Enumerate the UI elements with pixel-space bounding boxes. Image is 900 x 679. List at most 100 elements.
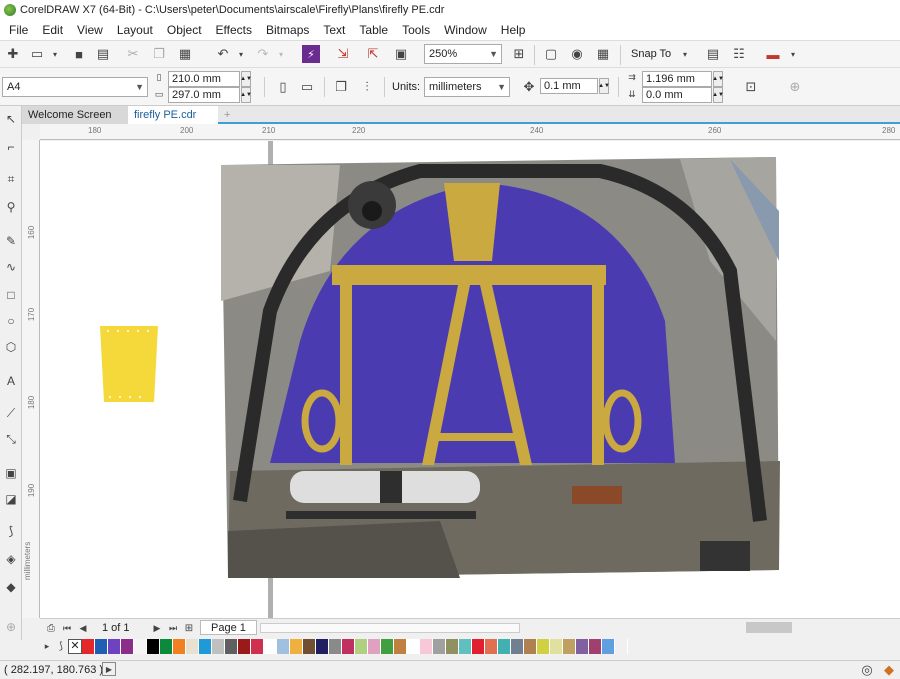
menu-help[interactable]: Help [494, 23, 533, 37]
drop-shadow-icon[interactable]: ▣ [2, 464, 20, 482]
nudge-distance-field[interactable]: 0.1 mm [540, 78, 598, 94]
color-swatch[interactable] [238, 638, 251, 654]
color-swatch[interactable] [537, 638, 550, 654]
tab-welcome-screen[interactable]: Welcome Screen [22, 106, 128, 124]
welcome-screen-icon[interactable]: ▬ [764, 45, 782, 63]
color-swatch[interactable] [524, 638, 537, 654]
add-icon[interactable]: ⊕ [786, 78, 804, 96]
nudge-spinner[interactable]: ▲▼ [598, 78, 610, 94]
color-swatch[interactable] [251, 638, 264, 654]
quick-customize-icon[interactable]: ⊡ [742, 78, 760, 96]
page-tab[interactable]: Page 1 [200, 620, 257, 635]
color-swatch[interactable] [264, 638, 277, 654]
color-swatch[interactable] [290, 638, 303, 654]
color-swatch[interactable] [95, 638, 108, 654]
menu-tools[interactable]: Tools [395, 23, 437, 37]
color-swatch[interactable] [186, 638, 199, 654]
color-swatch[interactable] [147, 638, 160, 654]
color-swatch[interactable] [160, 638, 173, 654]
add-tool-icon[interactable]: ⊕ [2, 618, 20, 636]
color-swatch[interactable] [407, 638, 420, 654]
color-swatch[interactable] [446, 638, 459, 654]
color-swatch[interactable] [303, 638, 316, 654]
color-swatch[interactable] [225, 638, 238, 654]
menu-file[interactable]: File [2, 23, 35, 37]
color-swatch[interactable] [589, 638, 602, 654]
color-swatch[interactable] [173, 638, 186, 654]
duplicate-x-spinner[interactable]: ▲▼ [712, 71, 724, 87]
color-swatch[interactable] [277, 638, 290, 654]
shape-tool-icon[interactable]: ⌐ [2, 138, 20, 156]
save-icon[interactable]: ■ [70, 45, 88, 63]
menu-text[interactable]: Text [316, 23, 352, 37]
horizontal-scrollbar[interactable] [260, 623, 520, 633]
color-swatch[interactable] [329, 638, 342, 654]
page-width-field[interactable]: 210.0 mm [168, 71, 240, 87]
color-swatch[interactable] [615, 638, 628, 654]
menu-view[interactable]: View [70, 23, 110, 37]
color-swatch[interactable] [420, 638, 433, 654]
color-swatch[interactable] [82, 638, 95, 654]
rectangle-tool-icon[interactable]: □ [2, 286, 20, 304]
ellipse-tool-icon[interactable]: ○ [2, 312, 20, 330]
eyedropper-icon[interactable]: ⟆ [2, 522, 20, 540]
show-grid-icon[interactable]: ▦ [594, 45, 612, 63]
color-swatch[interactable] [199, 638, 212, 654]
color-swatch[interactable] [355, 638, 368, 654]
horizontal-ruler[interactable]: 180 200 210 220 240 260 280 [40, 124, 900, 140]
drawing-canvas[interactable] [40, 141, 900, 618]
add-page-icon[interactable]: ⊞ [180, 619, 198, 637]
landscape-icon[interactable]: ▭ [298, 78, 316, 96]
page-height-field[interactable]: 297.0 mm [168, 87, 240, 103]
width-spinner[interactable]: ▲▼ [240, 71, 252, 87]
color-swatch[interactable] [368, 638, 381, 654]
new-document-icon[interactable]: ✚ [4, 45, 22, 63]
color-swatch[interactable] [433, 638, 446, 654]
smart-fill-icon[interactable]: ◆ [2, 578, 20, 596]
palette-menu-icon[interactable]: ▸ [40, 637, 54, 655]
units-select[interactable]: millimeters ▼ [424, 77, 510, 97]
import-icon[interactable]: ⇲ [334, 45, 352, 63]
transparency-icon[interactable]: ◪ [2, 490, 20, 508]
paste-icon[interactable]: ▦ [176, 45, 194, 63]
duplicate-distance-y-field[interactable]: 0.0 mm [642, 87, 712, 103]
duplicate-distance-x-field[interactable]: 1.196 mm [642, 71, 712, 87]
publish-pdf-icon[interactable]: ▣ [392, 45, 410, 63]
menu-bitmaps[interactable]: Bitmaps [259, 23, 316, 37]
snap-dropdown-icon[interactable]: ▾ [676, 45, 694, 63]
polygon-tool-icon[interactable]: ⬡ [2, 338, 20, 356]
color-swatch[interactable] [108, 638, 121, 654]
color-settings-icon[interactable]: ◎ [858, 661, 876, 679]
color-swatch[interactable] [602, 638, 615, 654]
duplicate-y-spinner[interactable]: ▲▼ [712, 87, 724, 103]
export-icon[interactable]: ⇱ [364, 45, 382, 63]
height-spinner[interactable]: ▲▼ [240, 87, 252, 103]
undo-dropdown-icon[interactable]: ▾ [232, 45, 250, 63]
parallel-dimension-icon[interactable]: ⟋ [2, 404, 20, 422]
color-swatch[interactable] [576, 638, 589, 654]
launcher-dropdown-icon[interactable]: ▾ [784, 45, 802, 63]
search-content-icon[interactable]: ⚡ [302, 45, 320, 63]
color-swatch[interactable] [459, 638, 472, 654]
color-swatch[interactable] [511, 638, 524, 654]
color-swatch[interactable] [342, 638, 355, 654]
play-icon[interactable]: ▶ [102, 662, 116, 676]
zoom-level-select[interactable]: 250% ▼ [424, 44, 502, 64]
print-icon[interactable]: ▤ [94, 45, 112, 63]
fill-indicator-icon[interactable]: ◆ [880, 661, 898, 679]
options-icon[interactable]: ▤ [704, 45, 722, 63]
zoom-tool-icon[interactable]: ⚲ [2, 198, 20, 216]
menu-table[interactable]: Table [352, 23, 395, 37]
menu-window[interactable]: Window [437, 23, 494, 37]
color-swatch[interactable] [485, 638, 498, 654]
full-screen-preview-icon[interactable]: ▢ [542, 45, 560, 63]
color-swatch[interactable] [550, 638, 563, 654]
snap-to-button[interactable]: Snap To [631, 48, 671, 60]
color-swatch[interactable] [121, 638, 134, 654]
menu-layout[interactable]: Layout [110, 23, 160, 37]
redo-icon[interactable]: ↷ [254, 45, 272, 63]
tab-firefly-pe[interactable]: firefly PE.cdr [128, 106, 218, 124]
color-swatch[interactable] [563, 638, 576, 654]
undo-icon[interactable]: ↶ [214, 45, 232, 63]
crop-tool-icon[interactable]: ⌗ [2, 170, 20, 188]
